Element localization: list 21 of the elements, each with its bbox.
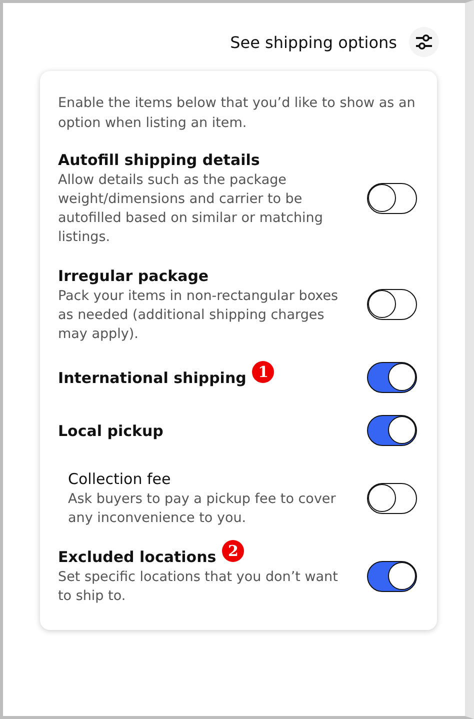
toggle-switch[interactable] [367, 415, 417, 446]
option-title: Local pickup [58, 420, 164, 442]
number-badge: 1 [252, 360, 274, 382]
toggle-switch[interactable] [367, 289, 417, 320]
option-title: Collection fee [68, 469, 171, 490]
see-shipping-options-link[interactable]: See shipping options [230, 32, 397, 52]
settings-sliders-icon[interactable] [409, 27, 439, 57]
option-title: Irregular package [58, 266, 209, 287]
option-title: Autofill shipping details [58, 150, 260, 171]
toggle-switch[interactable] [367, 362, 417, 393]
intro-text: Enable the items below that you’d like to show as an option when listing an item. [58, 94, 416, 133]
option-description: Set specific locations that you don’t want to ship to. [58, 568, 339, 606]
option-description: Allow details such as the package weight/dimensions and carrier to be autofilled based on similar or matching listings. [58, 171, 324, 247]
option-title: International shipping [58, 368, 246, 388]
toggle-switch[interactable] [367, 560, 417, 592]
toggle-switch[interactable] [367, 482, 417, 514]
option-title: Excluded locations [58, 547, 216, 568]
option-description: Pack your items in non-rectangular boxes as needed (additional shipping charges may apply). [58, 287, 340, 344]
toggle-switch[interactable] [367, 182, 417, 214]
number-badge: 2 [222, 540, 244, 562]
option-description: Ask buyers to pay a pickup fee to cover any inconvenience to you. [68, 490, 337, 528]
